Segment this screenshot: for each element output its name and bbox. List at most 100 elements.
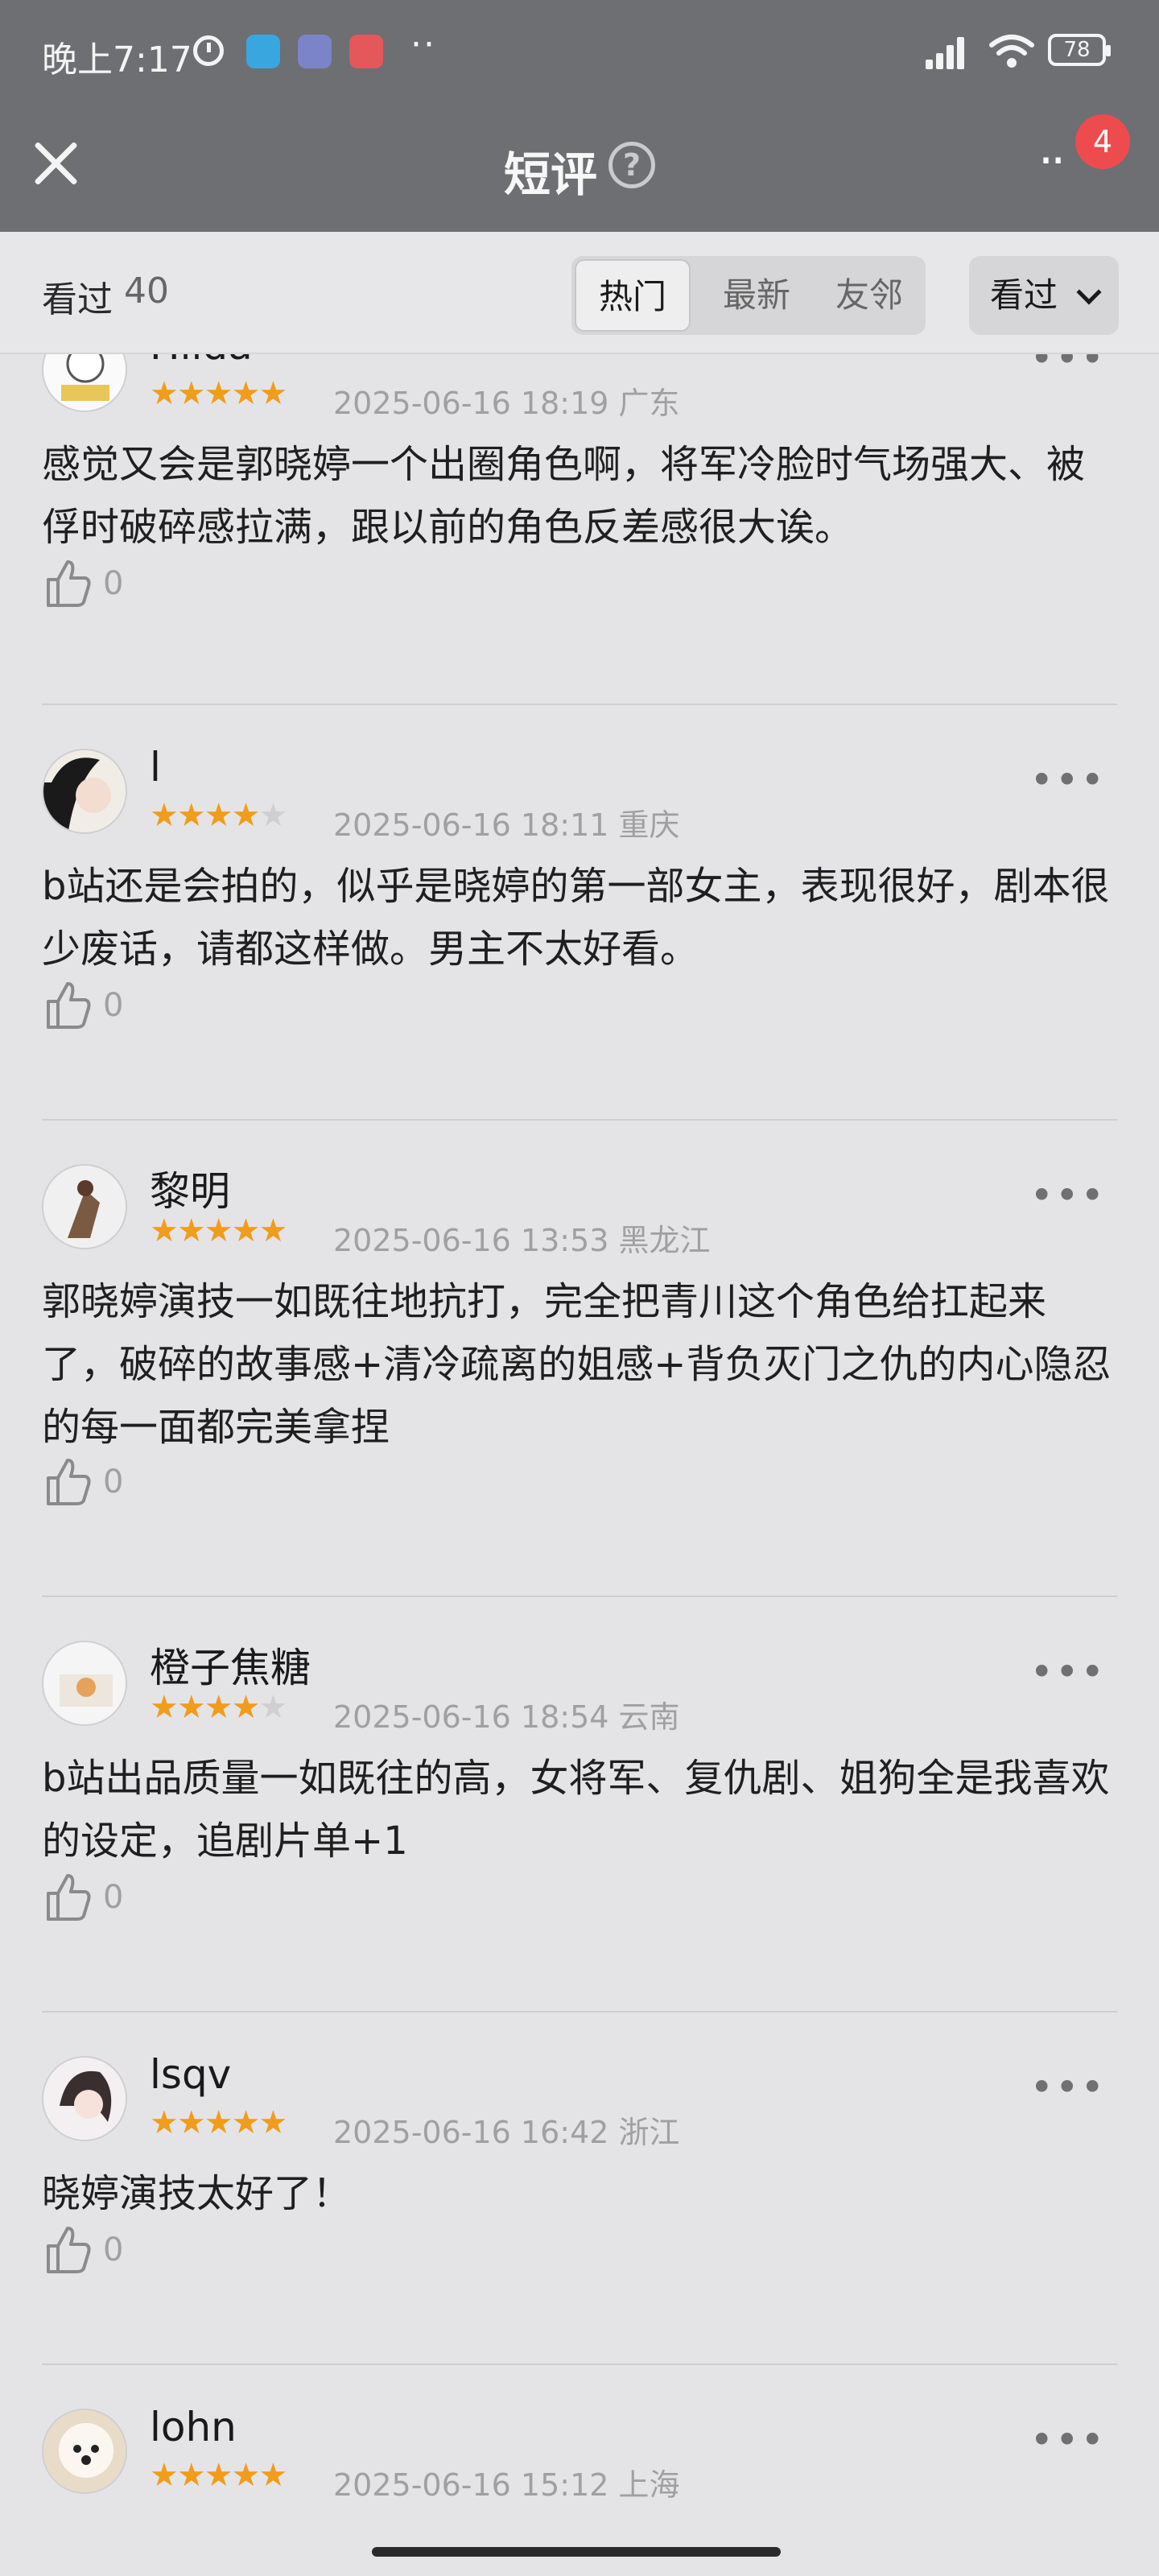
- review-meta: 2025-06-16 18:19 广东: [333, 386, 680, 421]
- rating-stars: ★★★★★: [150, 1212, 287, 1249]
- star-icon: ★: [258, 2457, 287, 2494]
- top-nav-bar: 短评 ? ··: [0, 105, 1159, 232]
- like-button[interactable]: 0: [42, 557, 203, 613]
- clock-icon: [193, 35, 224, 66]
- thumbs-up-icon: [47, 982, 91, 1029]
- star-icon: ★: [258, 1689, 287, 1726]
- star-icon: ★: [176, 797, 206, 834]
- star-icon: ★: [231, 375, 261, 412]
- rating-stars: ★★★★★: [150, 375, 287, 412]
- star-icon: ★: [176, 1689, 206, 1726]
- home-indicator[interactable]: [372, 2547, 781, 2557]
- avatar[interactable]: [42, 354, 127, 412]
- avatar[interactable]: [42, 749, 127, 834]
- review-meta: 2025-06-16 18:54 云南: [333, 1699, 680, 1735]
- review-meta: 2025-06-16 15:12 上海: [333, 2467, 680, 2503]
- star-icon: ★: [204, 1212, 233, 1249]
- star-icon: ★: [176, 1212, 206, 1249]
- divider: [42, 704, 1117, 705]
- notification-badge: 4: [1075, 114, 1130, 169]
- star-icon: ★: [150, 1689, 179, 1726]
- chevron-down-icon: [1076, 279, 1102, 305]
- thumbs-up-icon: [47, 2227, 91, 2273]
- like-count: 0: [103, 2231, 124, 2268]
- filter-bar: 看过 40 热门 最新 友邻 看过: [0, 232, 1159, 354]
- star-icon: ★: [204, 2104, 233, 2141]
- star-icon: ★: [150, 375, 179, 412]
- star-icon: ★: [150, 2104, 179, 2141]
- tab-latest[interactable]: 最新: [700, 256, 813, 335]
- star-icon: ★: [231, 2104, 261, 2141]
- star-icon: ★: [204, 375, 233, 412]
- rating-stars: ★★★★★: [150, 2457, 287, 2494]
- star-icon: ★: [231, 1212, 261, 1249]
- star-icon: ★: [204, 1689, 233, 1726]
- star-icon: ★: [231, 1689, 261, 1726]
- thumbs-up-icon: [47, 1874, 91, 1921]
- help-icon[interactable]: ?: [608, 142, 655, 188]
- more-options-icon[interactable]: •••: [1030, 2064, 1106, 2111]
- avatar[interactable]: [42, 1641, 127, 1726]
- app-bot-icon: [298, 35, 332, 68]
- more-options-icon[interactable]: •••: [1030, 1172, 1106, 1219]
- star-icon: ★: [258, 797, 287, 834]
- status-more-indicator: ··: [410, 24, 436, 65]
- battery-icon: 78: [1048, 34, 1111, 66]
- star-icon: ★: [150, 1212, 179, 1249]
- review-content: b站出品质量一如既往的高，女将军、复仇剧、姐狗全是我喜欢的设定，追剧片单+1: [42, 1756, 1110, 1864]
- username[interactable]: 黎明: [150, 1159, 230, 1217]
- star-icon: ★: [258, 2104, 287, 2141]
- username[interactable]: lsqv: [150, 2051, 231, 2098]
- seen-filter-label: 看过: [990, 275, 1058, 315]
- like-button[interactable]: 0: [42, 979, 203, 1035]
- like-button[interactable]: 0: [42, 1871, 203, 1927]
- divider: [42, 1596, 1117, 1597]
- more-options-icon[interactable]: •••: [1030, 2417, 1106, 2463]
- like-button[interactable]: 0: [42, 1455, 203, 1512]
- rating-stars: ★★★★★: [150, 1689, 287, 1726]
- review-content: 晓婷演技太好了！: [42, 2171, 352, 2216]
- star-icon: ★: [150, 797, 179, 834]
- review-list[interactable]: Hilda ★★★★★ 2025-06-16 18:19 广东 ••• 感觉又会…: [0, 354, 1159, 2528]
- app-red-icon: [349, 35, 383, 68]
- like-count: 0: [103, 987, 124, 1024]
- tab-friends[interactable]: 友邻: [813, 256, 926, 335]
- seen-count: 40: [124, 270, 169, 312]
- seen-label: 看过: [42, 279, 113, 320]
- star-icon: ★: [231, 2457, 261, 2494]
- rating-stars: ★★★★★: [150, 797, 287, 834]
- seen-filter-dropdown[interactable]: 看过: [969, 256, 1119, 335]
- rating-stars: ★★★★★: [150, 2104, 287, 2141]
- username[interactable]: Hilda: [150, 354, 253, 369]
- username[interactable]: l: [150, 744, 161, 791]
- divider: [42, 1119, 1117, 1121]
- username[interactable]: 橙子焦糖: [150, 1636, 311, 1694]
- review-content: 郭晓婷演技一如既往地抗打，完全把青川这个角色给扛起来了，破碎的故事感+清冷疏离的…: [42, 1279, 1112, 1450]
- like-button[interactable]: 0: [42, 2223, 203, 2280]
- more-options-icon[interactable]: •••: [1030, 354, 1106, 382]
- review-meta: 2025-06-16 16:42 浙江: [333, 2115, 680, 2150]
- star-icon: ★: [176, 2457, 206, 2494]
- like-count: 0: [103, 1463, 124, 1501]
- avatar[interactable]: [42, 2409, 127, 2494]
- more-options-icon[interactable]: •••: [1030, 1649, 1106, 1695]
- wifi-icon: [989, 35, 1034, 68]
- review-content: b站还是会拍的，似乎是晓婷的第一部女主，表现很好，剧本很少废话，请都这样做。男主…: [42, 864, 1110, 972]
- avatar[interactable]: [42, 1164, 127, 1249]
- avatar[interactable]: [42, 2056, 127, 2141]
- divider: [42, 2011, 1117, 2013]
- sort-segmented-control: 热门 最新 友邻: [571, 256, 926, 335]
- more-options-icon[interactable]: •••: [1030, 757, 1106, 803]
- app-bag-icon: [246, 35, 280, 68]
- close-icon[interactable]: [31, 137, 82, 188]
- star-icon: ★: [258, 1212, 287, 1249]
- thumbs-up-icon: [47, 1459, 91, 1505]
- like-count: 0: [103, 565, 124, 602]
- username[interactable]: lohn: [150, 2404, 237, 2450]
- status-time: 晚上7:17: [42, 39, 192, 80]
- like-count: 0: [103, 1879, 124, 1916]
- divider: [42, 2363, 1117, 2365]
- star-icon: ★: [204, 2457, 233, 2494]
- star-icon: ★: [176, 375, 206, 412]
- tab-hot[interactable]: 热门: [575, 259, 691, 332]
